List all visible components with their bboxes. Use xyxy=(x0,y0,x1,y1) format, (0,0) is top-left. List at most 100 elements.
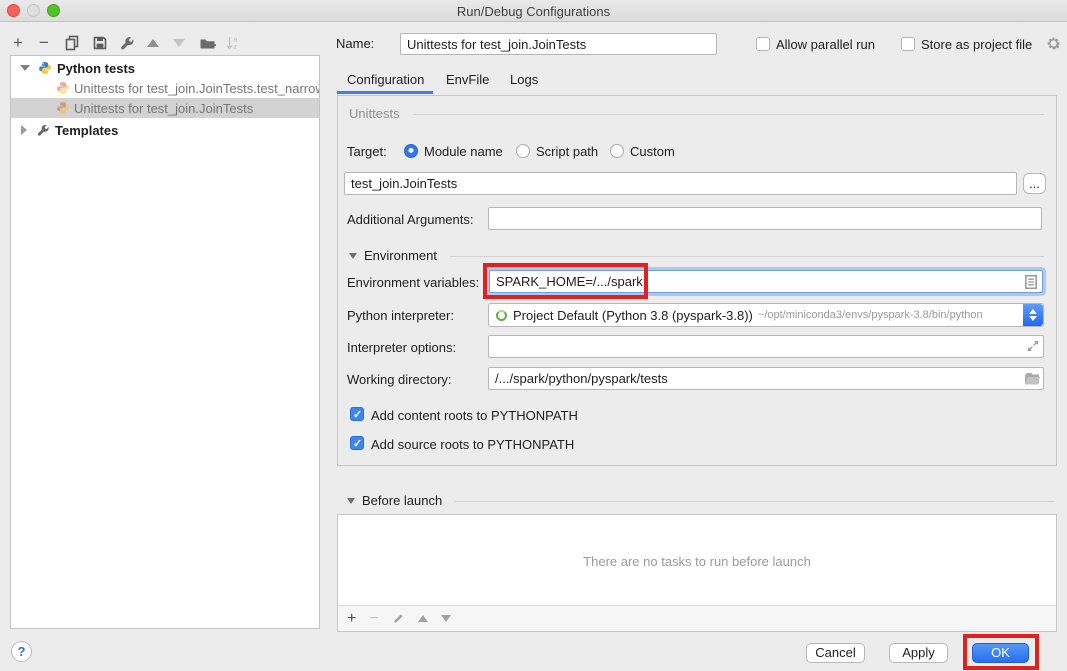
target-custom-label: Custom xyxy=(630,144,675,159)
before-launch-section-label: Before launch xyxy=(362,493,442,508)
wrench-icon xyxy=(36,123,50,137)
interpreter-options-label: Interpreter options: xyxy=(347,340,456,355)
expand-field-icon[interactable] xyxy=(1026,339,1040,353)
target-input[interactable] xyxy=(344,172,1017,195)
before-launch-empty-message: There are no tasks to run before launch xyxy=(583,554,811,569)
tab-configuration[interactable]: Configuration xyxy=(347,72,424,87)
folder-icon[interactable] xyxy=(1024,372,1040,385)
python-icon xyxy=(38,61,52,75)
save-icon xyxy=(92,35,108,51)
wrench-icon xyxy=(119,35,135,51)
working-directory-label: Working directory: xyxy=(347,372,452,387)
save-configuration-button[interactable] xyxy=(90,33,110,53)
name-label: Name: xyxy=(336,36,374,51)
tree-node-python-tests[interactable]: Python tests xyxy=(11,58,319,78)
tree-node-templates[interactable]: Templates xyxy=(11,120,319,140)
copy-icon xyxy=(64,35,80,51)
edit-task-pencil-icon[interactable] xyxy=(392,612,405,625)
name-input[interactable] xyxy=(400,33,717,55)
chevron-up-icon xyxy=(1029,309,1037,314)
add-content-roots-checkbox[interactable] xyxy=(350,407,364,421)
move-task-up-icon[interactable] xyxy=(418,615,428,622)
environment-variables-input[interactable] xyxy=(489,270,1043,293)
python-test-icon xyxy=(56,101,70,115)
python-interpreter-label: Python interpreter: xyxy=(347,308,454,323)
target-module-name-radio[interactable] xyxy=(404,144,418,158)
active-tab-indicator xyxy=(337,91,433,94)
environment-variables-label: Environment variables: xyxy=(347,275,479,290)
apply-button[interactable]: Apply xyxy=(889,643,948,663)
python-interpreter-select[interactable]: Project Default (Python 3.8 (pyspark-3.8… xyxy=(488,303,1044,327)
move-task-down-icon[interactable] xyxy=(441,615,451,622)
python-test-icon xyxy=(56,81,70,95)
add-configuration-button[interactable]: + xyxy=(8,33,28,53)
configurations-tree: Python tests Unittests for test_join.Joi… xyxy=(10,55,320,629)
combo-spinner-icon[interactable] xyxy=(1023,304,1043,326)
target-script-path-label: Script path xyxy=(536,144,598,159)
remove-configuration-button[interactable]: − xyxy=(34,33,54,53)
tree-node-jointests-selected[interactable]: Unittests for test_join.JoinTests xyxy=(11,98,319,118)
sort-az-icon: a z xyxy=(225,35,241,51)
section-separator xyxy=(450,256,1044,257)
folder-plus-icon xyxy=(199,36,216,51)
tab-logs[interactable]: Logs xyxy=(510,72,538,87)
allow-parallel-run-checkbox[interactable] xyxy=(756,37,770,51)
additional-arguments-label: Additional Arguments: xyxy=(347,212,473,227)
chevron-down-icon xyxy=(1029,316,1037,321)
title-bar: Run/Debug Configurations xyxy=(0,0,1067,22)
svg-text:a: a xyxy=(234,37,238,44)
python-interpreter-path: ~/opt/miniconda3/envs/pyspark-3.8/bin/py… xyxy=(758,309,983,321)
target-module-name-label: Module name xyxy=(424,144,503,159)
move-down-button[interactable] xyxy=(169,33,189,53)
svg-text:z: z xyxy=(234,44,238,51)
tree-node-test-narrow[interactable]: Unittests for test_join.JoinTests.test_n… xyxy=(11,78,319,98)
remove-task-button[interactable]: − xyxy=(369,610,378,628)
before-launch-toolbar: + − xyxy=(338,605,1056,631)
gear-icon[interactable] xyxy=(1045,35,1062,52)
tree-node-label: Python tests xyxy=(57,61,135,76)
before-launch-collapse-icon[interactable] xyxy=(347,498,355,504)
plus-icon: + xyxy=(13,34,23,52)
environment-section-label: Environment xyxy=(364,248,437,263)
tree-node-label: Unittests for test_join.JoinTests xyxy=(74,101,253,116)
working-directory-input[interactable] xyxy=(488,367,1044,390)
tab-envfile[interactable]: EnvFile xyxy=(446,72,489,87)
window-title: Run/Debug Configurations xyxy=(0,4,1067,19)
add-source-roots-checkbox[interactable] xyxy=(350,436,364,450)
move-up-button[interactable] xyxy=(143,33,163,53)
create-folder-button[interactable] xyxy=(197,33,217,53)
edit-env-vars-icon[interactable] xyxy=(1024,274,1038,290)
add-source-roots-label: Add source roots to PYTHONPATH xyxy=(371,437,574,452)
target-script-path-radio[interactable] xyxy=(516,144,530,158)
configuration-panel: Unittests Target: Module name Script pat… xyxy=(337,95,1057,466)
section-separator xyxy=(413,114,1044,115)
browse-target-button[interactable]: ... xyxy=(1023,173,1046,194)
copy-configuration-button[interactable] xyxy=(62,33,82,53)
target-custom-radio[interactable] xyxy=(610,144,624,158)
tree-node-label: Unittests for test_join.JoinTests.test_n… xyxy=(74,81,319,96)
section-separator xyxy=(455,501,1055,502)
unittests-section-label: Unittests xyxy=(349,106,400,121)
minus-icon: − xyxy=(39,34,49,52)
conda-env-icon xyxy=(496,310,507,321)
sort-configurations-button[interactable]: a z xyxy=(223,33,243,53)
disclosure-open-icon[interactable] xyxy=(20,65,30,71)
tree-node-label: Templates xyxy=(55,123,118,138)
python-interpreter-value: Project Default (Python 3.8 (pyspark-3.8… xyxy=(513,308,753,323)
store-as-project-file-checkbox[interactable] xyxy=(901,37,915,51)
interpreter-options-input[interactable] xyxy=(488,335,1044,358)
allow-parallel-run-label: Allow parallel run xyxy=(776,37,875,52)
environment-collapse-icon[interactable] xyxy=(349,253,357,259)
target-label: Target: xyxy=(347,144,387,159)
add-content-roots-label: Add content roots to PYTHONPATH xyxy=(371,408,578,423)
additional-arguments-input[interactable] xyxy=(488,207,1042,230)
disclosure-closed-icon[interactable] xyxy=(21,125,27,135)
ok-button[interactable]: OK xyxy=(972,643,1029,663)
help-button[interactable]: ? xyxy=(11,641,32,662)
arrow-down-icon xyxy=(173,39,185,47)
cancel-button[interactable]: Cancel xyxy=(806,643,865,663)
arrow-up-icon xyxy=(147,39,159,47)
edit-templates-button[interactable] xyxy=(117,33,137,53)
add-task-button[interactable]: + xyxy=(347,610,356,628)
store-as-project-file-label: Store as project file xyxy=(921,37,1032,52)
